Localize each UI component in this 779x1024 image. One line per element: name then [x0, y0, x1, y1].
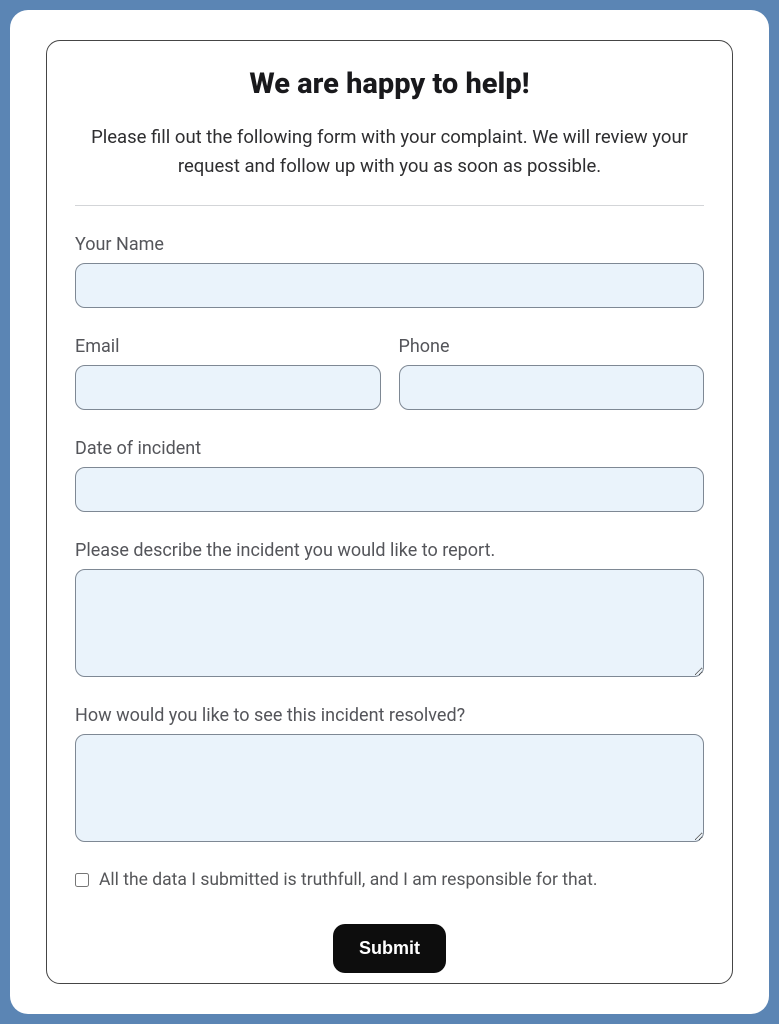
consent-label: All the data I submitted is truthfull, a…: [99, 870, 598, 890]
divider: [75, 205, 704, 206]
field-phone: Phone: [399, 336, 705, 410]
label-describe: Please describe the incident you would l…: [75, 540, 704, 561]
complaint-form: We are happy to help! Please fill out th…: [46, 40, 733, 984]
input-phone[interactable]: [399, 365, 705, 410]
field-describe: Please describe the incident you would l…: [75, 540, 704, 677]
field-resolution: How would you like to see this incident …: [75, 705, 704, 842]
submit-button[interactable]: Submit: [333, 924, 446, 973]
form-title: We are happy to help!: [75, 67, 704, 101]
input-name[interactable]: [75, 263, 704, 308]
label-email: Email: [75, 336, 381, 357]
label-resolution: How would you like to see this incident …: [75, 705, 704, 726]
textarea-describe[interactable]: [75, 569, 704, 677]
field-email: Email: [75, 336, 381, 410]
field-date: Date of incident: [75, 438, 704, 512]
label-date: Date of incident: [75, 438, 704, 459]
textarea-resolution[interactable]: [75, 734, 704, 842]
input-date[interactable]: [75, 467, 704, 512]
input-email[interactable]: [75, 365, 381, 410]
consent-checkbox[interactable]: [75, 873, 89, 887]
label-phone: Phone: [399, 336, 705, 357]
row-email-phone: Email Phone: [75, 336, 704, 410]
form-intro: Please fill out the following form with …: [79, 123, 700, 180]
consent-row: All the data I submitted is truthfull, a…: [75, 870, 704, 890]
outer-card: We are happy to help! Please fill out th…: [10, 10, 769, 1014]
label-name: Your Name: [75, 234, 704, 255]
field-name: Your Name: [75, 234, 704, 308]
submit-row: Submit: [75, 924, 704, 973]
